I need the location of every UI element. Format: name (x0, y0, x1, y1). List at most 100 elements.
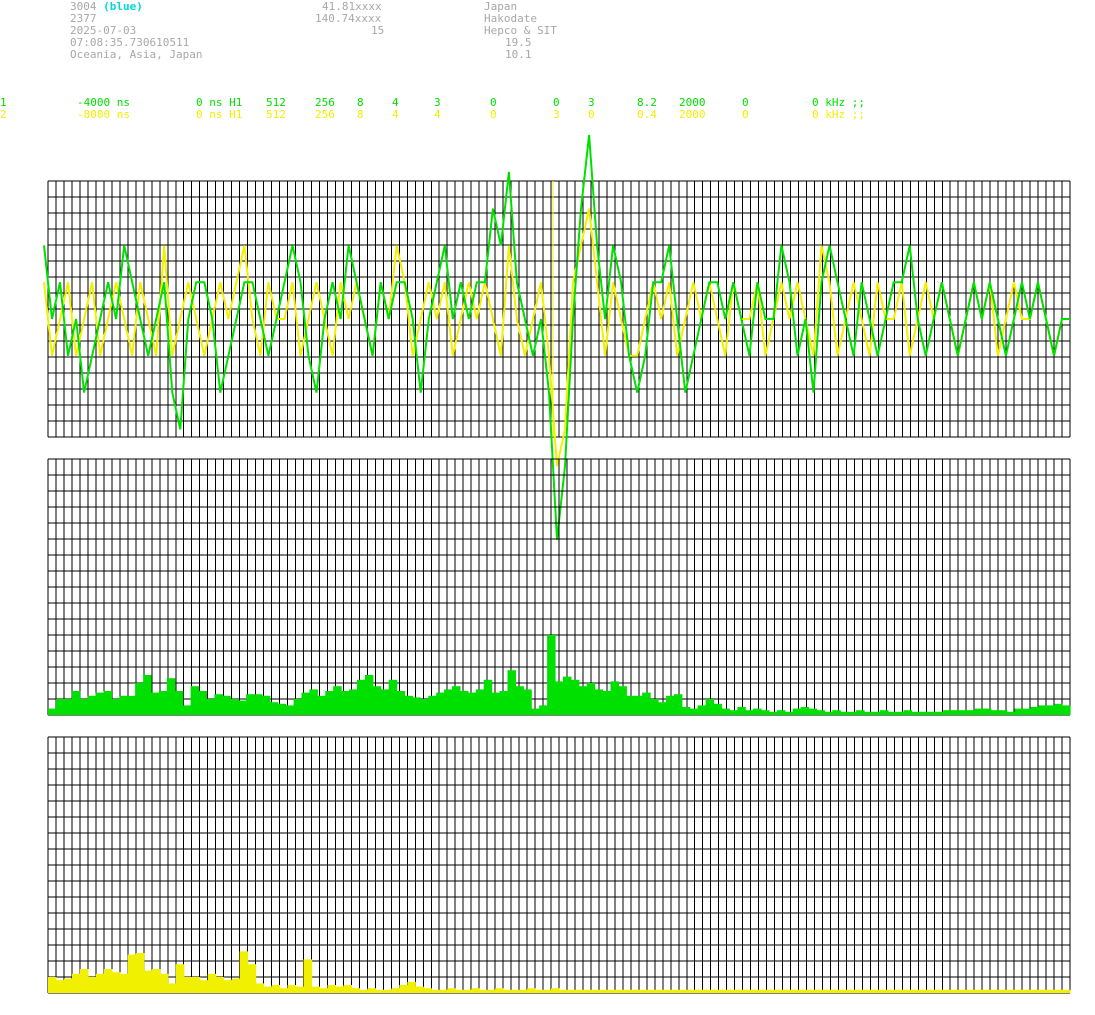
spectrum-bar (622, 989, 632, 993)
spectrum-bar (822, 989, 832, 993)
spectrum-bar (487, 989, 496, 993)
spectrum-bar (666, 695, 675, 715)
spectrum-bar (103, 969, 113, 993)
spectrum-bar (1014, 989, 1023, 993)
spectrum-bar (222, 695, 231, 715)
spectrum-bar (934, 989, 943, 993)
spectrum-bar (686, 989, 696, 993)
spectrum-bar (919, 711, 928, 715)
spectrum-bar (317, 695, 326, 715)
spectrum-bar (495, 988, 504, 993)
spectrum-bar (742, 989, 752, 993)
spectrum-bar (1062, 989, 1071, 993)
spectrum-bar (309, 689, 318, 715)
spectrum-bar (415, 986, 424, 993)
spectrum-bar (559, 989, 568, 993)
spectrum-bar (388, 679, 398, 715)
spectrum-bar (87, 977, 97, 993)
spectrum-bar (678, 989, 688, 993)
spectrum-bar (55, 699, 65, 715)
spectrum-bar (894, 989, 903, 993)
spectrum-bar (702, 989, 712, 993)
spectrum-bar (455, 989, 464, 993)
spectrum-bar (567, 989, 576, 993)
spectrum-bar (1006, 989, 1015, 993)
spectrum-bar (887, 711, 897, 715)
spectrum-bar (563, 676, 572, 715)
spectrum-bar (870, 989, 879, 993)
spectrum-bar (673, 694, 683, 715)
spectrum-bar (816, 710, 825, 715)
spectrum-bar (694, 989, 704, 993)
spectrum-bar (428, 695, 437, 715)
spectrum-bar (396, 691, 406, 715)
spectrum-bar (590, 989, 600, 993)
spectrum-bar (782, 989, 792, 993)
spectrum-bar (848, 711, 857, 715)
spectrum-bar (199, 980, 209, 993)
spectrum-bar (547, 635, 556, 715)
spectrum-bar (79, 699, 89, 715)
spectrum-bar (1030, 707, 1039, 715)
spectrum-bar (990, 989, 999, 993)
spectrum-bar (784, 711, 794, 715)
spectrum-bar (64, 978, 73, 993)
spectrum-bar (610, 681, 619, 715)
spectrum-panel-2 (47, 736, 1071, 994)
spectrum-bar (341, 691, 350, 715)
spectrum-bar (127, 954, 137, 993)
spectrum-bar (959, 710, 968, 715)
spectrum-bar (670, 989, 680, 993)
spectrum-bar (642, 692, 651, 715)
spectrum-bar (871, 711, 881, 715)
spectrum-bar (854, 989, 863, 993)
spectrum-bar (471, 988, 480, 993)
spectrum-bar (523, 689, 532, 715)
spectrum-bar (1038, 705, 1047, 715)
spectrum-bar (56, 980, 65, 993)
spectrum-bar (311, 986, 321, 993)
spectrum-bar (634, 695, 643, 715)
spectrum-bar (658, 702, 667, 715)
spectrum-bar (491, 692, 501, 715)
spectrum-bar (638, 989, 648, 993)
spectrum-bar (710, 989, 720, 993)
spectrum-bar (721, 708, 730, 715)
spectrum-bar (766, 989, 776, 993)
spectrum-bar (391, 988, 400, 993)
spectrum-bar (399, 985, 408, 993)
spectrum-bar (1038, 989, 1047, 993)
spectrum-bar (618, 686, 627, 715)
spectrum-bar (231, 978, 241, 993)
spectrum-bar (277, 703, 287, 715)
spectrum-bar (630, 989, 640, 993)
spectrum-bar (119, 973, 129, 993)
spectrum-bar (718, 989, 728, 993)
spectrum-bar (335, 986, 344, 993)
spectrum-bar (943, 710, 952, 715)
spectrum-bar (261, 695, 271, 715)
spectrum-bar (798, 989, 808, 993)
spectrum-bar (974, 989, 983, 993)
spectrum-bar (824, 711, 833, 715)
spectrum-bar (575, 989, 584, 993)
spectrum-bar (555, 681, 564, 715)
spectrum-bar (879, 710, 889, 715)
spectrum-bar (423, 988, 432, 993)
spectrum-bar (734, 989, 744, 993)
spectrum-bar (175, 964, 185, 993)
spectrum-bar (246, 694, 255, 715)
spectrum-bar (982, 708, 992, 715)
spectrum-bar (902, 989, 911, 993)
spectrum-bar (578, 686, 588, 715)
spectrum-bar (499, 691, 509, 715)
spectrum-bar (263, 986, 273, 993)
spectrum-bar (606, 989, 616, 993)
spectrum-bar (325, 691, 334, 715)
spectrum-bar (998, 989, 1007, 993)
spectrum-bar (586, 683, 596, 715)
spectrum-bar (814, 989, 824, 993)
spectrum-bar (48, 708, 57, 715)
spectrum-bar (662, 989, 672, 993)
spectrum-bar (135, 953, 145, 993)
